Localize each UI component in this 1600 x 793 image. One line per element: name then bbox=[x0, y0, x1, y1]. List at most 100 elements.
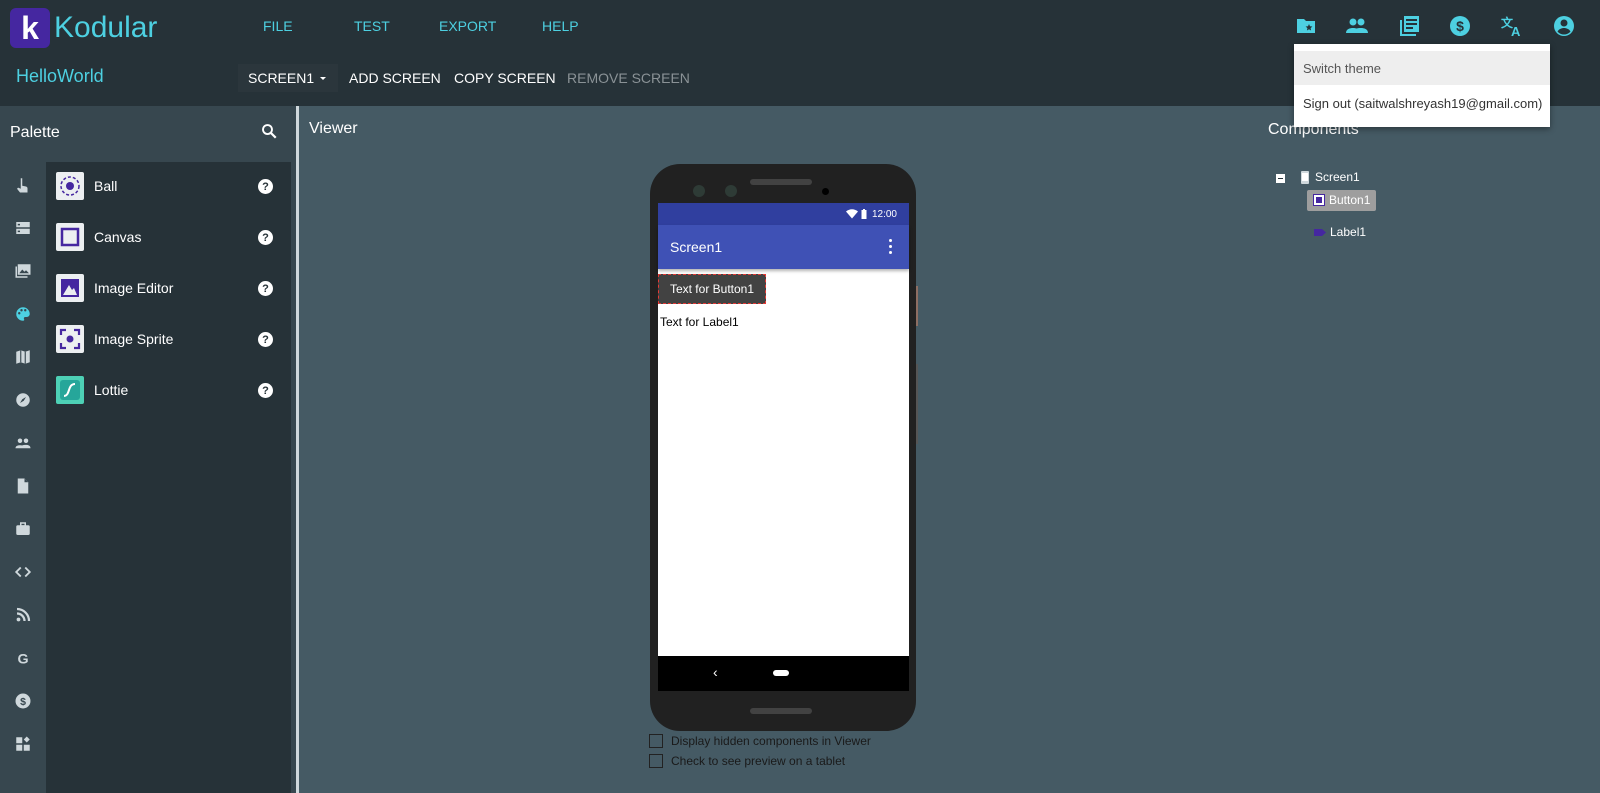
storage-icon[interactable] bbox=[14, 477, 32, 495]
viewer-panel: Viewer 12:00 Screen1 Text for Button1 Te… bbox=[299, 106, 1257, 793]
menu-test[interactable]: TEST bbox=[354, 18, 390, 34]
palette-item-label: Image Sprite bbox=[94, 331, 174, 347]
monetization-icon[interactable]: $ bbox=[14, 692, 32, 710]
sensors-icon[interactable] bbox=[14, 391, 32, 409]
media-icon[interactable] bbox=[14, 262, 32, 280]
help-icon[interactable]: ? bbox=[258, 230, 273, 245]
layout-icon[interactable] bbox=[14, 219, 32, 237]
back-icon[interactable]: ‹ bbox=[713, 664, 718, 680]
search-icon[interactable] bbox=[260, 122, 278, 140]
battery-icon bbox=[861, 209, 867, 219]
palette-item-ball[interactable]: Ball ? bbox=[56, 171, 281, 201]
ball-icon bbox=[60, 176, 80, 196]
palette-item-canvas[interactable]: Canvas ? bbox=[56, 222, 281, 252]
home-icon[interactable] bbox=[773, 670, 789, 676]
image-sprite-icon bbox=[59, 328, 81, 350]
help-icon[interactable]: ? bbox=[258, 332, 273, 347]
phone-side-button bbox=[916, 364, 918, 444]
account-dropdown-menu: Switch theme Sign out (saitwalshreyash19… bbox=[1294, 44, 1550, 127]
tree-node-label: Button1 bbox=[1329, 193, 1371, 207]
code-icon[interactable] bbox=[14, 563, 32, 581]
tablet-preview-checkbox-row[interactable]: Check to see preview on a tablet bbox=[649, 754, 845, 768]
status-bar: 12:00 bbox=[658, 203, 909, 225]
screen-icon bbox=[1301, 170, 1309, 184]
svg-text:G: G bbox=[17, 651, 28, 667]
menu-help[interactable]: HELP bbox=[542, 18, 579, 34]
library-icon[interactable] bbox=[1397, 14, 1421, 38]
connectivity-icon[interactable] bbox=[14, 606, 32, 624]
status-time: 12:00 bbox=[871, 208, 897, 220]
phone-mockup: 12:00 Screen1 Text for Button1 Text for … bbox=[650, 164, 918, 731]
tree-node-label1[interactable]: Label1 bbox=[1314, 225, 1366, 239]
nav-bar: ‹ bbox=[658, 656, 909, 691]
dollar-icon[interactable]: $ bbox=[1448, 14, 1472, 38]
phone-screen[interactable]: 12:00 Screen1 Text for Button1 Text for … bbox=[658, 203, 909, 691]
translate-icon[interactable]: 文A bbox=[1500, 14, 1524, 38]
folder-star-icon[interactable] bbox=[1294, 14, 1318, 38]
label1-preview[interactable]: Text for Label1 bbox=[660, 315, 739, 329]
tree-node-screen1[interactable]: Screen1 bbox=[1300, 170, 1360, 184]
palette-item-label: Image Editor bbox=[94, 280, 174, 296]
lottie-icon bbox=[60, 380, 80, 400]
project-name: HelloWorld bbox=[16, 66, 104, 86]
phone-speaker bbox=[750, 179, 812, 185]
hidden-components-checkbox[interactable] bbox=[649, 734, 663, 748]
palette-item-image-editor[interactable]: Image Editor ? bbox=[56, 273, 281, 303]
phone-camera bbox=[725, 185, 737, 197]
tree-node-label: Label1 bbox=[1330, 225, 1367, 239]
hidden-components-checkbox-row[interactable]: Display hidden components in Viewer bbox=[649, 734, 871, 748]
collapse-icon[interactable] bbox=[1276, 174, 1285, 183]
button1-preview[interactable]: Text for Button1 bbox=[658, 274, 766, 304]
add-screen-button[interactable]: ADD SCREEN bbox=[339, 64, 451, 92]
overflow-menu-icon[interactable] bbox=[889, 239, 893, 257]
help-icon[interactable]: ? bbox=[258, 281, 273, 296]
google-icon[interactable]: G bbox=[14, 649, 32, 667]
components-panel: Components Screen1 Button1 Label1 bbox=[1257, 106, 1600, 793]
people-icon[interactable] bbox=[1345, 14, 1369, 38]
menu-file[interactable]: FILE bbox=[263, 18, 293, 34]
palette-item-label: Ball bbox=[94, 178, 118, 194]
maps-icon[interactable] bbox=[14, 348, 32, 366]
label-component-icon bbox=[1314, 228, 1326, 236]
help-icon[interactable]: ? bbox=[258, 383, 273, 398]
tablet-preview-checkbox[interactable] bbox=[649, 754, 663, 768]
palette-item-image-sprite[interactable]: Image Sprite ? bbox=[56, 324, 281, 354]
account-icon[interactable] bbox=[1552, 14, 1576, 38]
help-icon[interactable]: ? bbox=[258, 179, 273, 194]
viewer-title: Viewer bbox=[309, 120, 358, 137]
copy-screen-button[interactable]: COPY SCREEN bbox=[444, 64, 566, 92]
social-icon[interactable] bbox=[14, 434, 32, 452]
tree-node-button1[interactable]: Button1 bbox=[1307, 190, 1377, 211]
logo-icon: k bbox=[10, 8, 50, 48]
palette-item-label: Canvas bbox=[94, 229, 142, 245]
utilities-icon[interactable] bbox=[14, 520, 32, 538]
menu-export[interactable]: EXPORT bbox=[439, 18, 496, 34]
hidden-components-label: Display hidden components in Viewer bbox=[671, 734, 871, 748]
screen-select-label: SCREEN1 bbox=[248, 70, 315, 86]
screen-select-dropdown[interactable]: SCREEN1 bbox=[238, 64, 339, 92]
phone-sensor bbox=[822, 188, 829, 195]
svg-text:$: $ bbox=[1456, 18, 1464, 34]
touch-icon[interactable] bbox=[14, 176, 32, 194]
caret-down-icon bbox=[320, 77, 327, 80]
phone-camera bbox=[693, 185, 705, 197]
palette-title: Palette bbox=[10, 124, 60, 141]
sign-out-menu-item[interactable]: Sign out (saitwalshreyash19@gmail.com) bbox=[1294, 86, 1550, 120]
tree-node-label: Screen1 bbox=[1315, 170, 1360, 184]
drawing-icon[interactable] bbox=[14, 305, 32, 323]
app-bar: Screen1 bbox=[658, 225, 909, 269]
palette-panel: Palette G $ Ball ? Canvas ? Image Editor bbox=[0, 106, 296, 793]
svg-text:A: A bbox=[1511, 24, 1521, 38]
palette-item-label: Lottie bbox=[94, 382, 129, 398]
palette-item-lottie[interactable]: Lottie ? bbox=[56, 375, 281, 405]
screen-title: Screen1 bbox=[670, 239, 723, 255]
wifi-icon bbox=[845, 209, 858, 219]
phone-side-button bbox=[916, 286, 918, 326]
extensions-icon[interactable] bbox=[14, 735, 32, 753]
remove-screen-button[interactable]: REMOVE SCREEN bbox=[557, 64, 700, 92]
palette-component-list: Ball ? Canvas ? Image Editor ? Image Spr… bbox=[46, 162, 291, 793]
switch-theme-menu-item[interactable]: Switch theme bbox=[1294, 51, 1550, 85]
kodular-logo[interactable]: k Kodular bbox=[10, 8, 157, 48]
tablet-preview-label: Check to see preview on a tablet bbox=[671, 754, 846, 768]
phone-chin bbox=[750, 708, 812, 714]
